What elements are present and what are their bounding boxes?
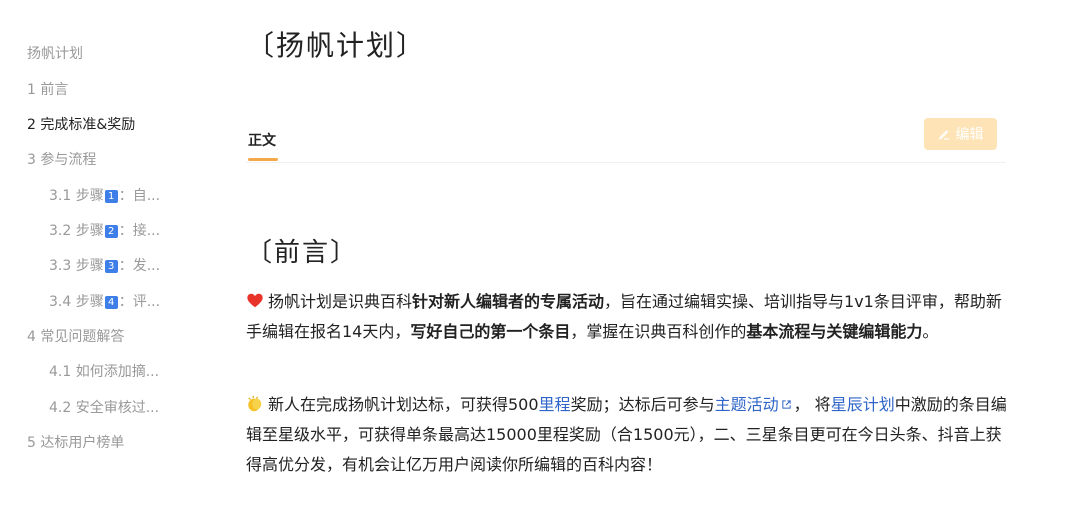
toc-step-suffix: ：发... — [118, 258, 161, 274]
toc-step-prefix: 3.4 步骤 — [49, 294, 104, 310]
toc-item-process[interactable]: 3 参与流程 — [27, 149, 96, 169]
toc-item-faq-1[interactable]: 4.1 如何添加摘... — [49, 361, 159, 381]
edit-pencil-icon — [938, 130, 949, 140]
keycap-number: 3 — [104, 260, 118, 273]
tab-bar: 正文 编辑 — [246, 118, 1006, 163]
text: ，掌握在识典百科创作的 — [570, 322, 747, 341]
paragraph-intro: 扬帆计划是识典百科针对新人编辑者的专属活动，旨在通过编辑实操、培训指导与1v1条… — [246, 287, 1014, 347]
toc-item-standards-rewards[interactable]: 2 完成标准&奖励 — [27, 114, 135, 134]
toc-item-step1[interactable]: 3.1 步骤 1 ：自... — [49, 185, 160, 205]
toc-step-suffix: ：评... — [118, 294, 161, 310]
toc-step-suffix: ：自... — [118, 188, 161, 204]
toc-item-step4[interactable]: 3.4 步骤 4 ：评... — [49, 291, 160, 311]
link-star-plan[interactable]: 星辰计划 — [831, 395, 895, 414]
text: 奖励；达标后可参与 — [570, 395, 715, 414]
section-title-text: 前言 — [274, 238, 331, 268]
toc-item-faq-2[interactable]: 4.2 安全审核过... — [49, 397, 159, 417]
link-theme-activity[interactable]: 主题活动 — [715, 395, 779, 414]
toc-item-leaderboard[interactable]: 5 达标用户榜单 — [27, 432, 124, 452]
text: ， 将 — [793, 395, 831, 414]
toc-item-step3[interactable]: 3.3 步骤 3 ：发... — [49, 255, 160, 275]
text-bold: 基本流程与关键编辑能力 — [746, 322, 923, 341]
text-bold: 写好自己的第一个条目 — [410, 322, 571, 341]
paragraph-rewards: 新人在完成扬帆计划达标，可获得500里程奖励；达标后可参与主题活动 ， 将星辰计划… — [246, 390, 1014, 480]
toc-step-prefix: 3.3 步骤 — [49, 258, 104, 274]
title-bracket-right: 〕 — [396, 29, 427, 62]
tab-body[interactable]: 正文 — [248, 130, 276, 150]
section-title-preface: 〔前言〕 — [246, 232, 358, 269]
tab-active-indicator — [248, 158, 278, 161]
toc-title[interactable]: 扬帆计划 — [27, 43, 83, 63]
toc-item-step2[interactable]: 3.2 步骤 2 ：接... — [49, 220, 160, 240]
edit-button[interactable]: 编辑 — [924, 118, 997, 150]
text: 扬帆计划是识典百科 — [268, 292, 413, 311]
toc-item-faq[interactable]: 4 常见问题解答 — [27, 326, 124, 346]
keycap-number: 2 — [104, 225, 118, 238]
keycap-number: 4 — [104, 296, 118, 309]
edit-button-label: 编辑 — [955, 126, 984, 142]
section-bracket-left: 〔 — [246, 238, 275, 268]
text-bold: 针对新人编辑者的专属活动 — [412, 292, 605, 311]
toc-item-preface[interactable]: 1 前言 — [27, 79, 68, 99]
section-bracket-right: 〕 — [330, 238, 359, 268]
red-heart-icon — [247, 293, 263, 308]
table-of-contents: 扬帆计划 1 前言 2 完成标准&奖励 3 参与流程 3.1 步骤 1 ：自... … — [0, 0, 200, 512]
link-mileage[interactable]: 里程 — [539, 395, 571, 414]
toc-step-suffix: ：接... — [118, 223, 161, 239]
text: 新人在完成扬帆计划达标，可获得500 — [268, 395, 539, 414]
clapping-hands-icon — [248, 395, 262, 412]
text: 。 — [922, 322, 939, 341]
page-title: 〔扬帆计划〕 — [246, 24, 426, 64]
external-link-icon[interactable] — [781, 399, 792, 410]
toc-step-prefix: 3.2 步骤 — [49, 223, 104, 239]
article-main: 〔扬帆计划〕 正文 编辑 〔前言〕 扬帆计划是识典百科针对新人编辑者的专属活动，… — [246, 0, 1016, 512]
title-bracket-left: 〔 — [246, 29, 277, 62]
toc-step-prefix: 3.1 步骤 — [49, 188, 104, 204]
page-title-text: 扬帆计划 — [276, 29, 397, 62]
keycap-number: 1 — [104, 190, 118, 203]
